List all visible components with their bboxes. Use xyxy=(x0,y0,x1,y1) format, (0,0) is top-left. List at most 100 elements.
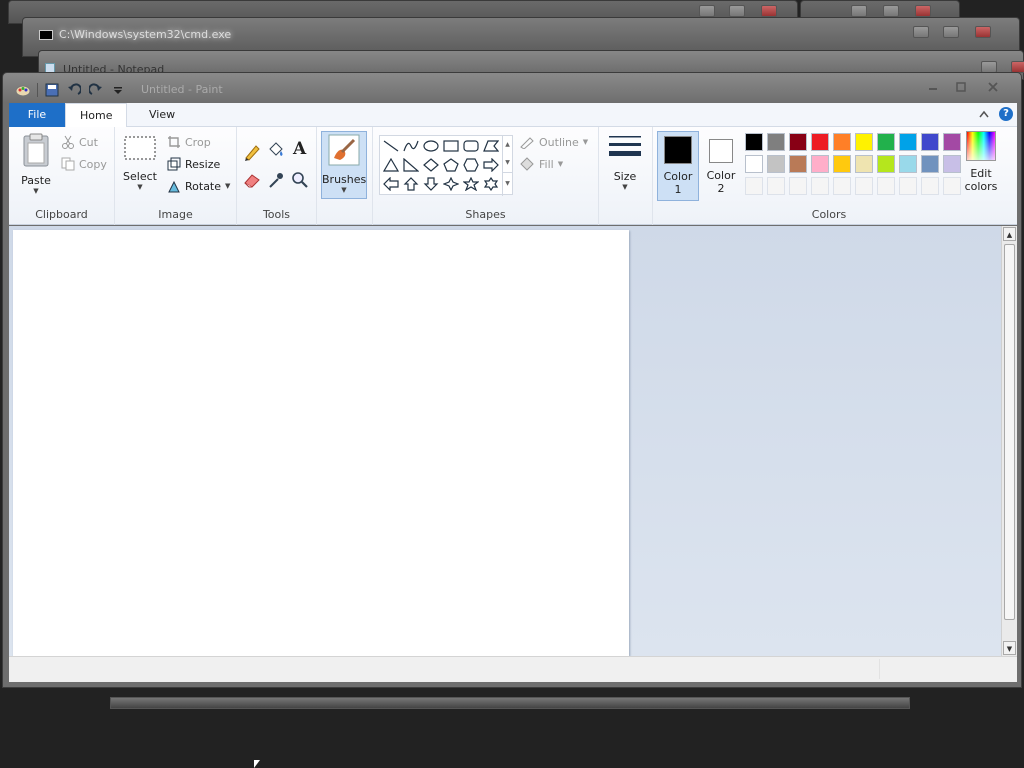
help-icon[interactable]: ? xyxy=(999,107,1013,121)
shapes-gallery[interactable]: ▲ ▼ ▼ xyxy=(379,135,513,196)
maximize-icon[interactable] xyxy=(949,79,973,95)
oval-shape-icon[interactable] xyxy=(422,138,440,154)
palette-swatch[interactable] xyxy=(811,177,829,195)
palette-swatch[interactable] xyxy=(811,155,829,173)
shapes-gallery-scroll[interactable]: ▲ ▼ ▼ xyxy=(502,136,512,196)
palette-swatch[interactable] xyxy=(899,177,917,195)
close-icon[interactable] xyxy=(981,79,1005,95)
tab-view[interactable]: View xyxy=(135,103,189,127)
palette-swatch[interactable] xyxy=(745,155,763,173)
six-point-star-shape-icon[interactable] xyxy=(482,176,500,192)
customize-toolbar-icon[interactable] xyxy=(110,82,126,98)
triangle-shape-icon[interactable] xyxy=(382,157,400,173)
right-arrow-shape-icon[interactable] xyxy=(482,157,500,173)
vertical-scrollbar[interactable]: ▲ ▼ xyxy=(1001,226,1017,656)
hexagon-shape-icon[interactable] xyxy=(462,157,480,173)
crop-button[interactable]: Crop xyxy=(167,135,211,149)
palette-swatch[interactable] xyxy=(767,155,785,173)
four-point-star-shape-icon[interactable] xyxy=(442,176,460,192)
fill-bucket-icon[interactable] xyxy=(267,141,285,162)
pencil-icon[interactable] xyxy=(243,143,261,164)
chevron-down-icon[interactable]: ▼ xyxy=(503,154,512,172)
five-point-star-shape-icon[interactable] xyxy=(462,176,480,192)
pentagon-shape-icon[interactable] xyxy=(442,157,460,173)
palette-swatch[interactable] xyxy=(855,133,873,151)
palette-swatch[interactable] xyxy=(767,177,785,195)
edit-colors-button[interactable]: Edit colors xyxy=(961,131,1001,201)
palette-swatch[interactable] xyxy=(789,177,807,195)
maximize-icon[interactable] xyxy=(883,5,899,17)
more-shapes-icon[interactable]: ▼ xyxy=(503,172,512,194)
palette-swatch[interactable] xyxy=(943,155,961,173)
rounded-rectangle-shape-icon[interactable] xyxy=(462,138,480,154)
right-triangle-shape-icon[interactable] xyxy=(402,157,420,173)
palette-swatch[interactable] xyxy=(943,177,961,195)
maximize-icon[interactable] xyxy=(729,5,745,17)
scroll-down-icon[interactable]: ▼ xyxy=(1003,641,1016,655)
up-arrow-shape-icon[interactable] xyxy=(402,176,420,192)
palette-swatch[interactable] xyxy=(767,133,785,151)
close-icon[interactable] xyxy=(761,5,777,17)
palette-swatch[interactable] xyxy=(877,133,895,151)
close-icon[interactable] xyxy=(915,5,931,17)
redo-icon[interactable] xyxy=(88,82,104,98)
palette-swatch[interactable] xyxy=(855,177,873,195)
palette-swatch[interactable] xyxy=(833,177,851,195)
copy-button[interactable]: Copy xyxy=(61,157,107,171)
text-icon[interactable]: A xyxy=(293,139,306,159)
collapse-ribbon-icon[interactable] xyxy=(979,108,989,121)
color2-button[interactable]: Color 2 xyxy=(701,131,741,201)
maximize-icon[interactable] xyxy=(943,26,959,38)
magnifier-icon[interactable] xyxy=(291,171,309,192)
chevron-up-icon[interactable]: ▲ xyxy=(503,136,512,154)
rotate-button[interactable]: Rotate ▼ xyxy=(167,179,230,193)
minimize-icon[interactable] xyxy=(913,26,929,38)
drawing-canvas[interactable] xyxy=(13,230,629,656)
palette-swatch[interactable] xyxy=(877,177,895,195)
minimize-icon[interactable] xyxy=(921,79,945,95)
line-shape-icon[interactable] xyxy=(382,138,400,154)
select-button[interactable]: Select ▼ xyxy=(121,133,159,191)
palette-swatch[interactable] xyxy=(745,133,763,151)
color-picker-icon[interactable] xyxy=(267,171,285,192)
brushes-button[interactable]: Brushes ▼ xyxy=(321,131,367,199)
undo-icon[interactable] xyxy=(66,82,82,98)
palette-swatch[interactable] xyxy=(877,155,895,173)
tab-file[interactable]: File xyxy=(9,103,65,127)
left-arrow-shape-icon[interactable] xyxy=(382,176,400,192)
paint-app-icon[interactable] xyxy=(15,82,31,98)
rectangle-shape-icon[interactable] xyxy=(442,138,460,154)
palette-swatch[interactable] xyxy=(789,155,807,173)
palette-swatch[interactable] xyxy=(855,155,873,173)
palette-swatch[interactable] xyxy=(789,133,807,151)
palette-swatch[interactable] xyxy=(921,155,939,173)
fill-button[interactable]: Fill ▼ xyxy=(519,157,563,171)
scroll-thumb[interactable] xyxy=(1004,244,1015,620)
minimize-icon[interactable] xyxy=(699,5,715,17)
scroll-up-icon[interactable]: ▲ xyxy=(1003,227,1016,241)
down-arrow-shape-icon[interactable] xyxy=(422,176,440,192)
polygon-shape-icon[interactable] xyxy=(482,138,500,154)
curve-shape-icon[interactable] xyxy=(402,138,420,154)
cut-button[interactable]: Cut xyxy=(61,135,98,149)
save-icon[interactable] xyxy=(44,82,60,98)
resize-button[interactable]: Resize xyxy=(167,157,220,171)
color1-button[interactable]: Color 1 xyxy=(657,131,699,201)
palette-swatch[interactable] xyxy=(943,133,961,151)
outline-button[interactable]: Outline ▼ xyxy=(519,135,588,149)
palette-swatch[interactable] xyxy=(899,133,917,151)
close-icon[interactable] xyxy=(975,26,991,38)
eraser-icon[interactable] xyxy=(243,171,261,192)
palette-swatch[interactable] xyxy=(921,177,939,195)
palette-swatch[interactable] xyxy=(833,155,851,173)
palette-swatch[interactable] xyxy=(745,177,763,195)
tab-home[interactable]: Home xyxy=(65,103,128,128)
palette-swatch[interactable] xyxy=(899,155,917,173)
size-button[interactable]: Size ▼ xyxy=(605,133,645,191)
diamond-shape-icon[interactable] xyxy=(422,157,440,173)
minimize-icon[interactable] xyxy=(851,5,867,17)
palette-swatch[interactable] xyxy=(921,133,939,151)
palette-swatch[interactable] xyxy=(833,133,851,151)
palette-swatch[interactable] xyxy=(811,133,829,151)
paste-button[interactable]: Paste ▼ xyxy=(17,133,55,195)
